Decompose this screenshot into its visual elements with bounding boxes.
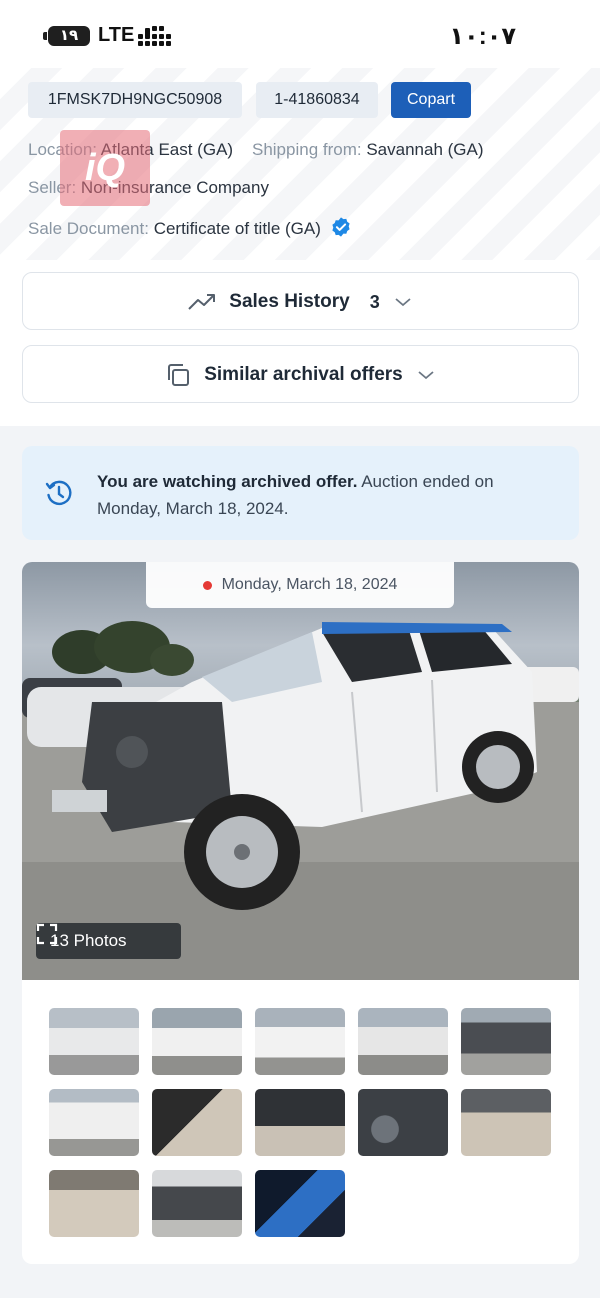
thumbnail[interactable] [152, 1089, 242, 1156]
thumbnail[interactable] [461, 1008, 551, 1075]
signal-icon [138, 26, 171, 46]
thumbnail[interactable] [49, 1170, 139, 1237]
auction-date: Monday, March 18, 2024 [221, 576, 398, 593]
thumbnail[interactable] [255, 1170, 345, 1237]
similar-offers-accordion[interactable]: Similar archival offers [22, 345, 579, 403]
similar-offers-label: Similar archival offers [204, 364, 403, 385]
status-dot [202, 580, 212, 590]
auction-date-pill: Monday, March 18, 2024 [146, 562, 454, 608]
verified-icon [332, 217, 350, 237]
sale-document-value: Certificate of title (GA) [153, 219, 321, 238]
sales-history-label: Sales History [229, 291, 350, 312]
shipping-label: Shipping from: [251, 140, 362, 159]
sales-history-accordion[interactable]: Sales History 3 [22, 272, 579, 330]
thumbnail[interactable] [152, 1170, 242, 1237]
vin-chip[interactable]: 1FMSK7DH9NGC50908 [28, 82, 242, 118]
sale-document-label: Sale Document: [28, 219, 149, 238]
vehicle-photo-illustration [22, 621, 579, 980]
thumbnail[interactable] [255, 1089, 345, 1156]
sale-document-row: Sale Document: Certificate of title (GA) [28, 216, 352, 239]
network-type: LTE [98, 24, 135, 46]
shipping-value: Savannah (GA) [366, 140, 484, 159]
photos-button[interactable]: 13 Photos [36, 923, 181, 959]
chevron-down-icon [395, 298, 411, 307]
notice-text: You are watching archived offer. Auction… [97, 468, 537, 522]
clock: ١٠:٠٧ [449, 23, 516, 50]
trending-up-icon [188, 294, 216, 310]
notice-bold: You are watching archived offer. [97, 472, 358, 491]
thumbnail[interactable] [255, 1008, 345, 1075]
chevron-down-icon [418, 371, 434, 380]
copy-icon [168, 364, 190, 386]
thumbnail[interactable] [49, 1008, 139, 1075]
status-bar: ١٩ LTE ١٠:٠٧ [0, 0, 600, 68]
thumbnail[interactable] [358, 1008, 448, 1075]
main-vehicle-photo[interactable]: Monday, March 18, 2024 13 Photos [22, 562, 579, 980]
history-icon [45, 480, 72, 506]
sales-history-count: 3 [369, 291, 380, 312]
accordion-section: Sales History 3 Similar archival offers [0, 260, 600, 426]
thumbnail[interactable] [461, 1089, 551, 1156]
archived-notice: You are watching archived offer. Auction… [22, 446, 579, 540]
lot-number-chip[interactable]: 1-41860834 [256, 82, 378, 118]
photos-count: 13 Photos [50, 931, 127, 950]
thumbnail[interactable] [152, 1008, 242, 1075]
thumbnail[interactable] [49, 1089, 139, 1156]
lot-header: 1FMSK7DH9NGC50908 1-41860834 Copart Loca… [0, 68, 600, 260]
watermark-logo: iQ [60, 130, 150, 206]
thumbnail[interactable] [358, 1089, 448, 1156]
fullscreen-icon [36, 923, 58, 945]
battery-indicator: ١٩ [43, 26, 90, 46]
auction-badge[interactable]: Copart [391, 82, 471, 118]
photo-gallery-card: Monday, March 18, 2024 13 Photos [22, 562, 579, 1264]
